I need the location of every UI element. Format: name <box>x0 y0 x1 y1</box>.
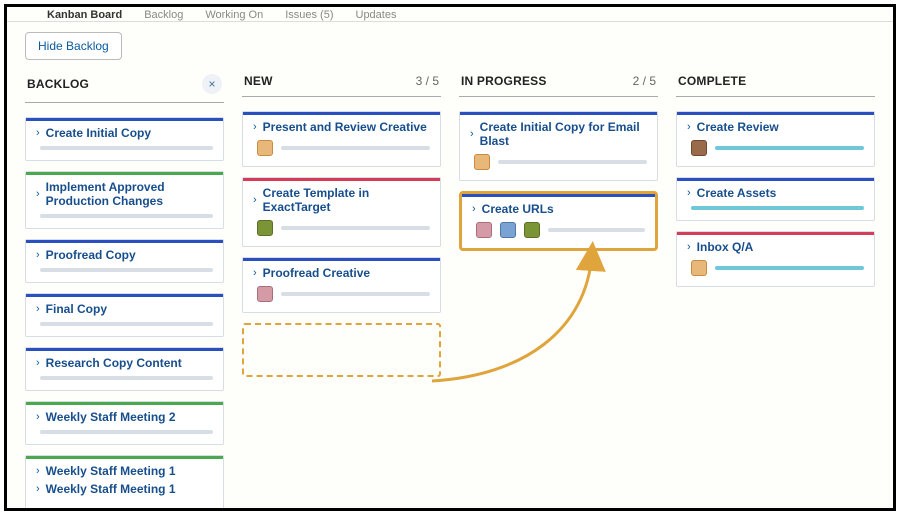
chevron-right-icon: › <box>36 303 40 315</box>
chevron-right-icon: › <box>253 267 257 279</box>
card-title: Create Template in ExactTarget <box>263 186 430 214</box>
avatar-icon <box>500 222 516 238</box>
column-complete: COMPLETE › Create Review › Create Assets ›… <box>676 68 875 297</box>
card[interactable]: › Inbox Q/A <box>676 231 875 287</box>
card-title: Final Copy <box>46 302 107 316</box>
card-title: Research Copy Content <box>46 356 182 370</box>
card-title: Implement Approved Production Changes <box>46 180 213 208</box>
card-title: Weekly Staff Meeting 1 <box>46 464 176 478</box>
progress-bar <box>40 376 213 380</box>
card-title: Create Initial Copy for Email Blast <box>480 120 647 148</box>
chevron-right-icon: › <box>36 357 40 369</box>
column-header-backlog: BACKLOG × <box>25 68 224 103</box>
column-title: NEW <box>244 74 273 88</box>
card[interactable]: › Create Template in ExactTarget <box>242 177 441 247</box>
chevron-right-icon: › <box>687 121 691 133</box>
tab-issues[interactable]: Issues (5) <box>285 9 333 21</box>
column-header-new: NEW 3 / 5 <box>242 68 441 97</box>
column-title: BACKLOG <box>27 77 89 91</box>
avatar-icon <box>257 140 273 156</box>
card-title: Create Review <box>697 120 779 134</box>
card[interactable]: › Create Review <box>676 111 875 167</box>
avatar-icon <box>474 154 490 170</box>
avatar-icon <box>691 140 707 156</box>
card-title: Present and Review Creative <box>263 120 427 134</box>
card[interactable]: › Weekly Staff Meeting 2 <box>25 401 224 445</box>
chevron-right-icon: › <box>36 465 40 477</box>
chevron-right-icon: › <box>470 128 474 140</box>
progress-bar <box>281 226 430 230</box>
progress-bar <box>691 206 864 210</box>
progress-bar <box>715 266 864 270</box>
chevron-right-icon: › <box>687 187 691 199</box>
kanban-columns: BACKLOG × › Create Initial Copy › Implemen… <box>7 68 893 511</box>
progress-bar <box>40 430 213 434</box>
avatar-icon <box>257 286 273 302</box>
column-new: NEW 3 / 5 › Present and Review Creative ›… <box>242 68 441 377</box>
card[interactable]: › Proofread Creative <box>242 257 441 313</box>
chevron-right-icon: › <box>687 241 691 253</box>
tab-kanban[interactable]: Kanban Board <box>47 9 122 21</box>
progress-bar <box>40 214 213 218</box>
app-frame: Kanban Board Backlog Working On Issues (… <box>4 4 896 511</box>
hide-backlog-button[interactable]: Hide Backlog <box>25 32 122 60</box>
card[interactable]: › Present and Review Creative <box>242 111 441 167</box>
card-title: Weekly Staff Meeting 1 <box>46 482 176 496</box>
card-highlighted[interactable]: › Create URLs <box>459 191 658 251</box>
column-header-complete: COMPLETE <box>676 68 875 97</box>
avatar-icon <box>524 222 540 238</box>
avatar-icon <box>476 222 492 238</box>
column-count: 3 / 5 <box>416 74 439 88</box>
column-count: 2 / 5 <box>633 74 656 88</box>
column-header-in-progress: IN PROGRESS 2 / 5 <box>459 68 658 97</box>
chevron-right-icon: › <box>36 411 40 423</box>
chevron-right-icon: › <box>36 483 40 495</box>
card-title: Proofread Copy <box>46 248 136 262</box>
chevron-right-icon: › <box>36 127 40 139</box>
chevron-right-icon: › <box>253 121 257 133</box>
column-title: IN PROGRESS <box>461 74 547 88</box>
card-title: Weekly Staff Meeting 2 <box>46 410 176 424</box>
card[interactable]: › Create Initial Copy for Email Blast <box>459 111 658 181</box>
tab-updates[interactable]: Updates <box>356 9 397 21</box>
card-title: Proofread Creative <box>263 266 370 280</box>
progress-bar <box>40 322 213 326</box>
card[interactable]: › Research Copy Content <box>25 347 224 391</box>
column-in-progress: IN PROGRESS 2 / 5 › Create Initial Copy f… <box>459 68 658 261</box>
progress-bar <box>715 146 864 150</box>
card[interactable]: › Create Assets <box>676 177 875 221</box>
card[interactable]: › Implement Approved Production Changes <box>25 171 224 229</box>
close-icon[interactable]: × <box>202 74 222 94</box>
card[interactable]: › Create Initial Copy <box>25 117 224 161</box>
progress-bar <box>498 160 647 164</box>
tab-backlog[interactable]: Backlog <box>144 9 183 21</box>
progress-bar <box>548 228 645 232</box>
progress-bar <box>40 268 213 272</box>
column-title: COMPLETE <box>678 74 746 88</box>
chevron-right-icon: › <box>36 188 40 200</box>
card-title: Create URLs <box>482 202 554 216</box>
card-title: Create Initial Copy <box>46 126 151 140</box>
progress-bar <box>40 146 213 150</box>
chevron-right-icon: › <box>36 249 40 261</box>
avatar-icon <box>691 260 707 276</box>
chevron-right-icon: › <box>472 203 476 215</box>
card[interactable]: › Proofread Copy <box>25 239 224 283</box>
progress-bar <box>281 292 430 296</box>
tab-bar: Kanban Board Backlog Working On Issues (… <box>7 7 893 22</box>
card-title: Inbox Q/A <box>697 240 754 254</box>
chevron-right-icon: › <box>253 194 257 206</box>
card[interactable]: › Final Copy <box>25 293 224 337</box>
card-title: Create Assets <box>697 186 777 200</box>
column-backlog: BACKLOG × › Create Initial Copy › Implemen… <box>25 68 224 511</box>
card[interactable]: › Weekly Staff Meeting 1 › Weekly Staff Me… <box>25 455 224 511</box>
tab-working-on[interactable]: Working On <box>205 9 263 21</box>
avatar-icon <box>257 220 273 236</box>
drop-zone[interactable] <box>242 323 441 377</box>
progress-bar <box>281 146 430 150</box>
